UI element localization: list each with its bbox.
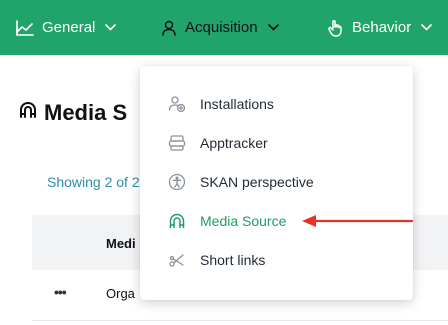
chevron-down-icon (421, 24, 433, 31)
magnet-icon (18, 100, 38, 126)
database-icon (168, 134, 186, 152)
nav-behavior-label: Behavior (352, 19, 412, 36)
menu-item-short-links[interactable]: Short links (168, 251, 265, 269)
annotation-arrow (300, 213, 414, 234)
menu-item-media-source[interactable]: Media Source (168, 212, 286, 230)
menu-item-skan-perspective[interactable]: SKAN perspective (168, 173, 314, 191)
menu-item-label: Installations (200, 96, 274, 112)
magnet-icon (168, 212, 186, 230)
page-title-text: Media S (44, 100, 128, 125)
table-cell: Orga (106, 286, 135, 301)
menu-item-installations[interactable]: Installations (168, 95, 274, 113)
row-actions-button[interactable]: ••• (54, 284, 67, 300)
menu-item-label: Media Source (200, 213, 287, 229)
user-plus-icon (168, 95, 186, 113)
scissors-icon (168, 251, 186, 269)
chevron-down-icon (105, 24, 117, 31)
row-divider (32, 320, 448, 321)
menu-item-apptracker[interactable]: Apptracker (168, 134, 268, 152)
menu-item-label: Short links (200, 252, 266, 268)
page-title: Media S (18, 100, 127, 126)
chevron-down-icon (267, 24, 279, 31)
nav-acquisition[interactable]: Acquisition (161, 0, 279, 55)
menu-item-label: SKAN perspective (200, 174, 314, 190)
nav-acquisition-label: Acquisition (185, 19, 258, 36)
accessibility-icon (168, 173, 186, 191)
nav-general-label: General (42, 19, 96, 36)
top-navigation-bar: General Acquisition Behavior (0, 0, 448, 55)
nav-general[interactable]: General (16, 0, 117, 55)
user-icon (161, 20, 177, 36)
menu-item-label: Apptracker (200, 135, 268, 151)
chart-icon (16, 19, 34, 36)
results-count: Showing 2 of 2 (47, 174, 140, 190)
hand-pointer-icon (328, 19, 344, 37)
nav-behavior[interactable]: Behavior (328, 0, 433, 55)
table-header-cell[interactable]: Medi (106, 236, 136, 251)
